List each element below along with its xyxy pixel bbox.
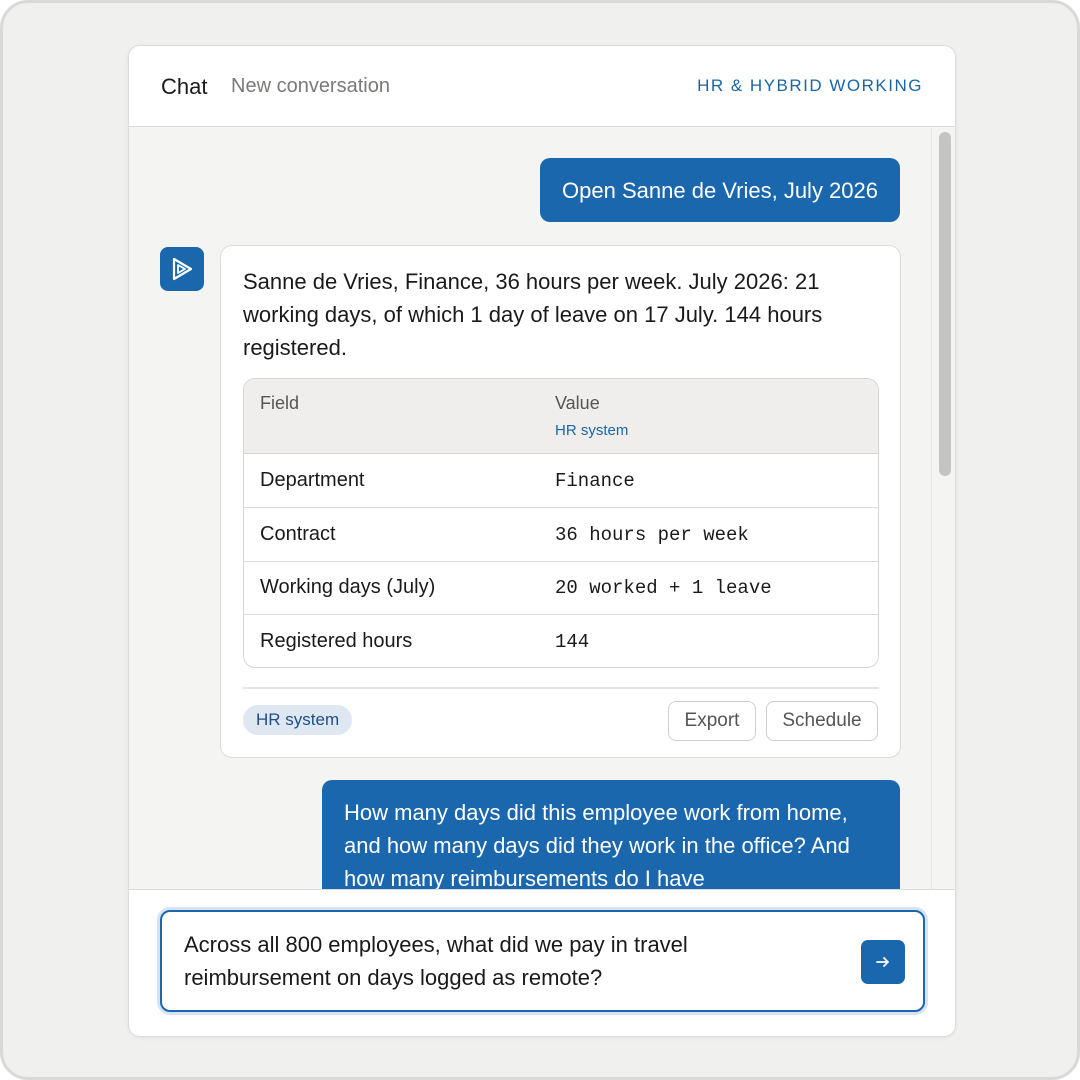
- table-row: Department Finance: [244, 455, 878, 508]
- scrollbar[interactable]: [931, 128, 955, 890]
- conversation-subtitle: New conversation: [231, 75, 390, 97]
- schedule-button[interactable]: Schedule: [766, 701, 878, 741]
- chat-header: Chat New conversation HR & HYBRID WORKIN…: [129, 46, 955, 127]
- column-header-source: HR system: [555, 422, 629, 439]
- table-row: Registered hours 144: [244, 616, 878, 667]
- user-message: Open Sanne de Vries, July 2026: [540, 158, 900, 222]
- arrow-right-icon: [876, 957, 889, 967]
- table-cell-field: Contract: [260, 523, 336, 545]
- table-cell-value: 36 hours per week: [555, 524, 749, 546]
- table-header: Field Value HR system: [244, 379, 878, 454]
- table-cell-value: 20 worked + 1 leave: [555, 577, 772, 599]
- send-button[interactable]: [861, 940, 905, 984]
- table-cell-value: 144: [555, 631, 590, 653]
- scrollbar-thumb[interactable]: [939, 132, 951, 476]
- column-header-value: Value: [555, 393, 600, 413]
- table-cell-field: Working days (July): [260, 576, 436, 598]
- user-message: How many days did this employee work fro…: [322, 780, 900, 890]
- app-frame: Chat New conversation HR & HYBRID WORKIN…: [0, 0, 1080, 1080]
- topic-tag: HR & HYBRID WORKING: [697, 76, 923, 95]
- assistant-logo-icon: [172, 257, 193, 281]
- assistant-avatar: [160, 247, 204, 291]
- chat-window: Chat New conversation HR & HYBRID WORKIN…: [128, 45, 956, 1037]
- table-cell-field: Department: [260, 469, 365, 491]
- page-title: Chat: [161, 74, 208, 99]
- column-header-field: Field: [260, 393, 300, 413]
- card-divider: [243, 687, 879, 689]
- assistant-message: Sanne de Vries, Finance, 36 hours per we…: [220, 245, 901, 758]
- message-input-text[interactable]: Across all 800 employees, what did we pa…: [184, 928, 824, 994]
- table-row: Working days (July) 20 worked + 1 leave: [244, 562, 878, 615]
- message-list[interactable]: Open Sanne de Vries, July 2026 Sanne de …: [129, 128, 955, 890]
- message-input[interactable]: Across all 800 employees, what did we pa…: [160, 910, 925, 1012]
- table-row: Contract 36 hours per week: [244, 509, 878, 562]
- composer-area: Across all 800 employees, what did we pa…: [129, 889, 955, 1036]
- employee-data-table: Field Value HR system Department Finance…: [243, 378, 879, 668]
- table-cell-value: Finance: [555, 470, 635, 492]
- export-button[interactable]: Export: [668, 701, 756, 741]
- assistant-message-text: Sanne de Vries, Finance, 36 hours per we…: [243, 269, 823, 360]
- table-cell-field: Registered hours: [260, 630, 413, 652]
- source-chip: HR system: [243, 705, 353, 735]
